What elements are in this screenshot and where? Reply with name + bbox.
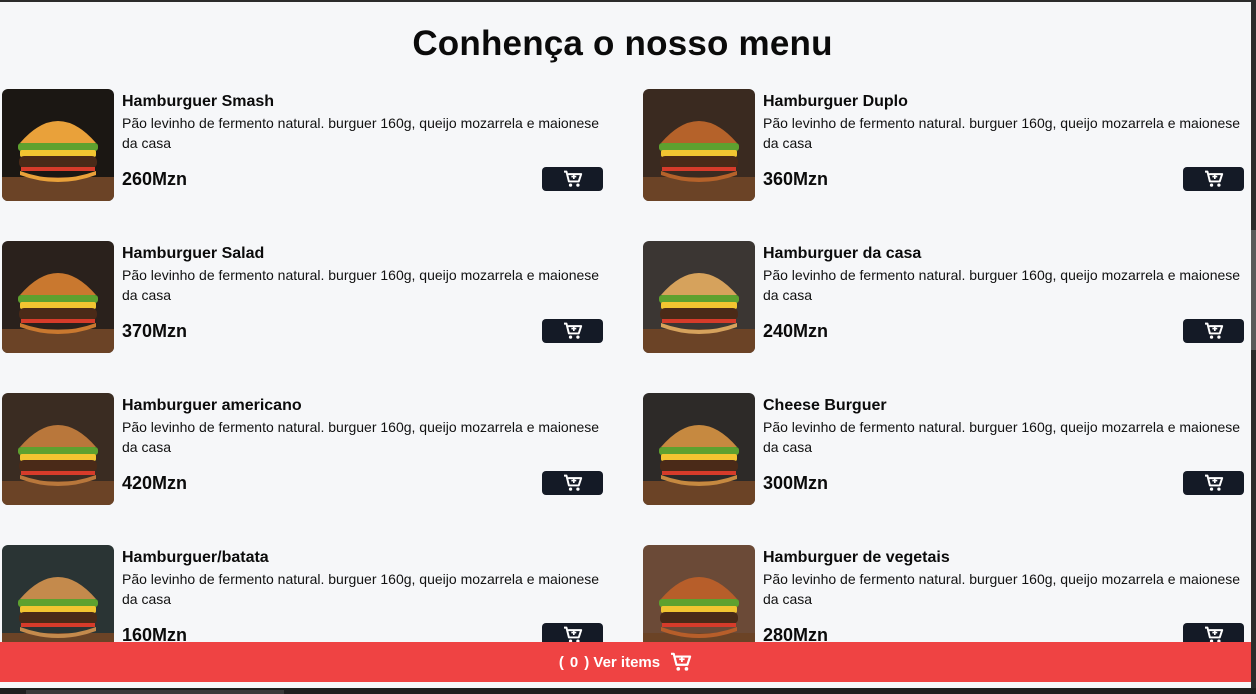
menu-item-price: 300Mzn	[763, 473, 829, 493]
cart-plus-icon	[563, 322, 582, 339]
view-items-label: ) Ver items	[584, 653, 661, 671]
menu-item-info: Hamburguer Salad Pão levinho de fermento…	[122, 241, 603, 353]
menu-grid: Hamburguer Smash Pão levinho de fermento…	[2, 89, 1244, 657]
add-to-cart-button[interactable]	[1183, 471, 1244, 495]
menu-item-name: Hamburguer/batata	[122, 549, 269, 566]
menu-item-name: Cheese Burguer	[763, 397, 887, 414]
menu-item-info: Hamburguer da casa Pão levinho de fermen…	[763, 241, 1244, 353]
cart-plus-icon	[1204, 170, 1223, 187]
menu-item-description: Pão levinho de fermento natural. burguer…	[763, 419, 1241, 455]
menu-item-info: Hamburguer americano Pão levinho de ferm…	[122, 393, 603, 505]
menu-item-name: Hamburguer americano	[122, 397, 302, 414]
menu-item-info: Hamburguer Smash Pão levinho de fermento…	[122, 89, 603, 201]
menu-item-price: 260Mzn	[122, 169, 188, 189]
menu-item-price: 370Mzn	[122, 321, 188, 341]
menu-item-card: Cheese Burguer Pão levinho de fermento n…	[643, 393, 1244, 505]
menu-item-card: Hamburguer Duplo Pão levinho de fermento…	[643, 89, 1244, 201]
menu-item-name: Hamburguer Smash	[122, 93, 275, 110]
menu-item-name: Hamburguer da casa	[763, 245, 922, 262]
menu-item-price: 360Mzn	[763, 169, 829, 189]
menu-item-card: Hamburguer da casa Pão levinho de fermen…	[643, 241, 1244, 353]
menu-item-description: Pão levinho de fermento natural. burguer…	[122, 267, 600, 303]
menu-item-card: Hamburguer Smash Pão levinho de fermento…	[2, 89, 603, 201]
cart-plus-icon	[1204, 322, 1223, 339]
menu-item-info: Hamburguer de vegetais Pão levinho de fe…	[763, 545, 1244, 657]
add-to-cart-button[interactable]	[542, 319, 603, 343]
menu-item-name: Hamburguer Duplo	[763, 93, 908, 110]
burger-image	[2, 545, 114, 657]
cart-plus-icon	[563, 170, 582, 187]
burger-image	[643, 393, 755, 505]
burger-image	[643, 89, 755, 201]
burger-image	[643, 241, 755, 353]
menu-item-description: Pão levinho de fermento natural. burguer…	[122, 419, 600, 455]
menu-item-info: Hamburguer Duplo Pão levinho de fermento…	[763, 89, 1244, 201]
menu-item-card: Hamburguer Salad Pão levinho de fermento…	[2, 241, 603, 353]
menu-item-price: 240Mzn	[763, 321, 829, 341]
menu-item-description: Pão levinho de fermento natural. burguer…	[122, 571, 600, 607]
add-to-cart-button[interactable]	[1183, 167, 1244, 191]
burger-image	[2, 89, 114, 201]
menu-item-description: Pão levinho de fermento natural. burguer…	[763, 571, 1241, 607]
burger-image	[643, 545, 755, 657]
cart-count: 0	[569, 653, 579, 671]
menu-item-description: Pão levinho de fermento natural. burguer…	[763, 267, 1241, 303]
view-items-bar[interactable]: ( 0 ) Ver items	[0, 642, 1251, 682]
burger-image	[2, 241, 114, 353]
menu-page: Conhença o nosso menu Hamburguer Smash P…	[0, 2, 1251, 688]
menu-item-card: Hamburguer americano Pão levinho de ferm…	[2, 393, 603, 505]
page-title: Conhença o nosso menu	[412, 24, 833, 63]
menu-item-description: Pão levinho de fermento natural. burguer…	[122, 115, 600, 151]
add-to-cart-button[interactable]	[1183, 319, 1244, 343]
cart-icon	[671, 652, 692, 671]
menu-item-card: Hamburguer de vegetais Pão levinho de fe…	[643, 545, 1244, 657]
taskbar	[0, 688, 1256, 694]
menu-item-card: Hamburguer/batata Pão levinho de ferment…	[2, 545, 603, 657]
menu-item-info: Cheese Burguer Pão levinho de fermento n…	[763, 393, 1244, 505]
cart-open-paren: (	[558, 653, 564, 671]
cart-plus-icon	[563, 474, 582, 491]
menu-item-info: Hamburguer/batata Pão levinho de ferment…	[122, 545, 603, 657]
menu-item-price: 420Mzn	[122, 473, 188, 493]
add-to-cart-button[interactable]	[542, 471, 603, 495]
menu-item-name: Hamburguer de vegetais	[763, 549, 950, 566]
burger-image	[2, 393, 114, 505]
menu-item-name: Hamburguer Salad	[122, 245, 265, 262]
scrollbar-thumb[interactable]	[1251, 230, 1256, 350]
menu-item-description: Pão levinho de fermento natural. burguer…	[763, 115, 1241, 151]
scrollbar[interactable]	[1251, 0, 1256, 694]
add-to-cart-button[interactable]	[542, 167, 603, 191]
cart-plus-icon	[1204, 474, 1223, 491]
taskbar-item	[26, 690, 284, 694]
